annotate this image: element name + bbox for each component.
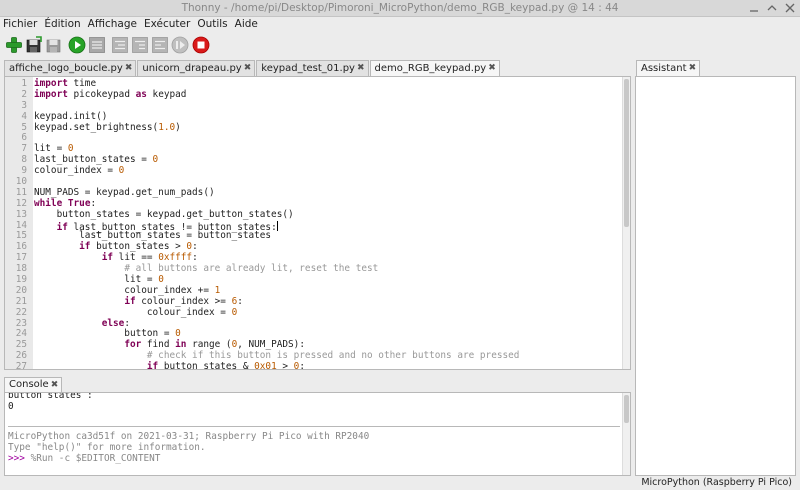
minimize-icon[interactable] (748, 2, 760, 14)
close-icon[interactable] (784, 2, 796, 14)
code-line[interactable]: 13 button_states = keypad.get_button_sta… (5, 208, 630, 221)
tab-keypad-test-01[interactable]: keypad_test_01.py ✖ (256, 60, 369, 76)
tab-console[interactable]: Console ✖ (4, 377, 63, 392)
interpreter-status[interactable]: MicroPython (Raspberry Pi Pico) (641, 477, 792, 488)
open-file-icon[interactable] (25, 36, 43, 54)
console-info-line: MicroPython ca3d51f on 2021-03-31; Raspb… (8, 431, 370, 442)
menu-fichier[interactable]: Fichier (3, 17, 37, 33)
line-number: 13 (15, 208, 27, 220)
stop-icon[interactable] (192, 36, 210, 54)
menu-edition[interactable]: Édition (44, 17, 80, 33)
code-text: keypad.set_brightness(1.0) (34, 121, 181, 133)
code-text: import picokeypad as keypad (34, 88, 187, 100)
menu-outils[interactable]: Outils (197, 17, 227, 33)
tab-demo-rgb-keypad[interactable]: demo_RGB_keypad.py ✖ (369, 60, 500, 76)
resume-icon[interactable] (171, 36, 189, 54)
console-prompt: >>> (8, 453, 25, 464)
code-line[interactable]: 5 keypad.set_brightness(1.0) (5, 121, 630, 134)
close-tab-icon[interactable]: ✖ (51, 378, 59, 392)
code-line[interactable]: 22 colour_index = 0 (5, 306, 630, 319)
maximize-icon[interactable] (766, 2, 778, 14)
close-tab-icon[interactable]: ✖ (125, 61, 133, 76)
toolbar (0, 34, 800, 58)
console-separator (8, 426, 620, 427)
line-number: 4 (21, 110, 27, 122)
tab-affiche-logo-boucle[interactable]: affiche_logo_boucle.py ✖ (4, 60, 137, 76)
code-line[interactable]: 11 NUM_PADS = keypad.get_num_pads() (5, 187, 630, 199)
menu-affichage[interactable]: Affichage (88, 17, 137, 33)
editor-tab-bar: affiche_logo_boucle.py ✖ unicorn_drapeau… (4, 60, 501, 76)
close-tab-icon[interactable]: ✖ (689, 61, 697, 76)
console-tab-label: Console (9, 379, 49, 390)
new-file-icon[interactable] (5, 36, 23, 54)
code-line[interactable]: 9 colour_index = 0 (5, 165, 630, 177)
console-output-line: 0 (8, 401, 14, 412)
tab-assistant[interactable]: Assistant ✖ (636, 60, 701, 76)
step-over-icon[interactable] (111, 36, 129, 54)
menu-bar: Fichier Édition Affichage Exécuter Outil… (0, 17, 800, 33)
window-controls (748, 2, 796, 14)
code-text: if button_states & 0x01 > 0: (146, 361, 305, 370)
tab-unicorn-drapeau[interactable]: unicorn_drapeau.py ✖ (137, 60, 256, 76)
console-output-line: button states : (8, 392, 93, 401)
close-tab-icon[interactable]: ✖ (357, 61, 365, 76)
code-text: keypad.init() (34, 110, 108, 122)
step-out-icon[interactable] (151, 36, 169, 54)
editor-scrollbar[interactable] (622, 77, 630, 369)
code-text: button_states = keypad.get_button_states… (34, 208, 294, 220)
title-bar: Thonny - /home/pi/Desktop/Pimoroni_Micro… (0, 0, 800, 17)
editor-scrollbar-thumb[interactable] (624, 79, 629, 227)
tab-label: unicorn_drapeau.py (142, 63, 242, 74)
menu-aide[interactable]: Aide (235, 17, 258, 33)
run-icon[interactable] (68, 36, 86, 54)
step-into-icon[interactable] (131, 36, 149, 54)
code-line[interactable]: 27 if button_states & 0x01 > 0: (5, 361, 630, 370)
close-tab-icon[interactable]: ✖ (244, 61, 252, 76)
code-text: colour_index = 0 (34, 306, 238, 318)
code-text: colour_index = 0 (34, 165, 125, 177)
status-bar: MicroPython (Raspberry Pi Pico) (0, 477, 800, 490)
code-line[interactable]: 6 (5, 133, 630, 144)
close-tab-icon[interactable]: ✖ (488, 61, 496, 76)
console-input-line[interactable]: >>> %Run -c $EDITOR_CONTENT (5, 453, 630, 464)
window-title: Thonny - /home/pi/Desktop/Pimoroni_Micro… (181, 2, 619, 14)
assistant-tab-label: Assistant (641, 63, 687, 74)
code-editor[interactable]: 1 import time 2 import picokeypad as keypad… (4, 76, 631, 370)
console-scrollbar[interactable] (622, 393, 630, 475)
line-number: 27 (15, 361, 27, 370)
console-info-line: Type "help()" for more information. (8, 442, 206, 453)
assistant-panel (635, 76, 796, 476)
code-line[interactable]: 2 import picokeypad as keypad (5, 88, 630, 101)
tab-label: keypad_test_01.py (261, 63, 355, 74)
save-file-icon[interactable] (45, 36, 63, 54)
console-scrollbar-thumb[interactable] (624, 395, 629, 423)
text-cursor (276, 220, 278, 231)
tab-label: demo_RGB_keypad.py (374, 63, 487, 74)
code-line[interactable]: 4 keypad.init() (5, 110, 630, 123)
console-command: %Run -c $EDITOR_CONTENT (24, 453, 161, 464)
menu-executer[interactable]: Exécuter (144, 17, 190, 33)
tab-label: affiche_logo_boucle.py (9, 63, 123, 74)
code-lines: 1 import time 2 import picokeypad as keypad… (5, 78, 630, 370)
debug-icon[interactable] (88, 36, 106, 54)
line-number: 22 (15, 306, 27, 318)
shell-console[interactable]: button states : 0 MicroPython ca3d51f on… (4, 392, 631, 476)
